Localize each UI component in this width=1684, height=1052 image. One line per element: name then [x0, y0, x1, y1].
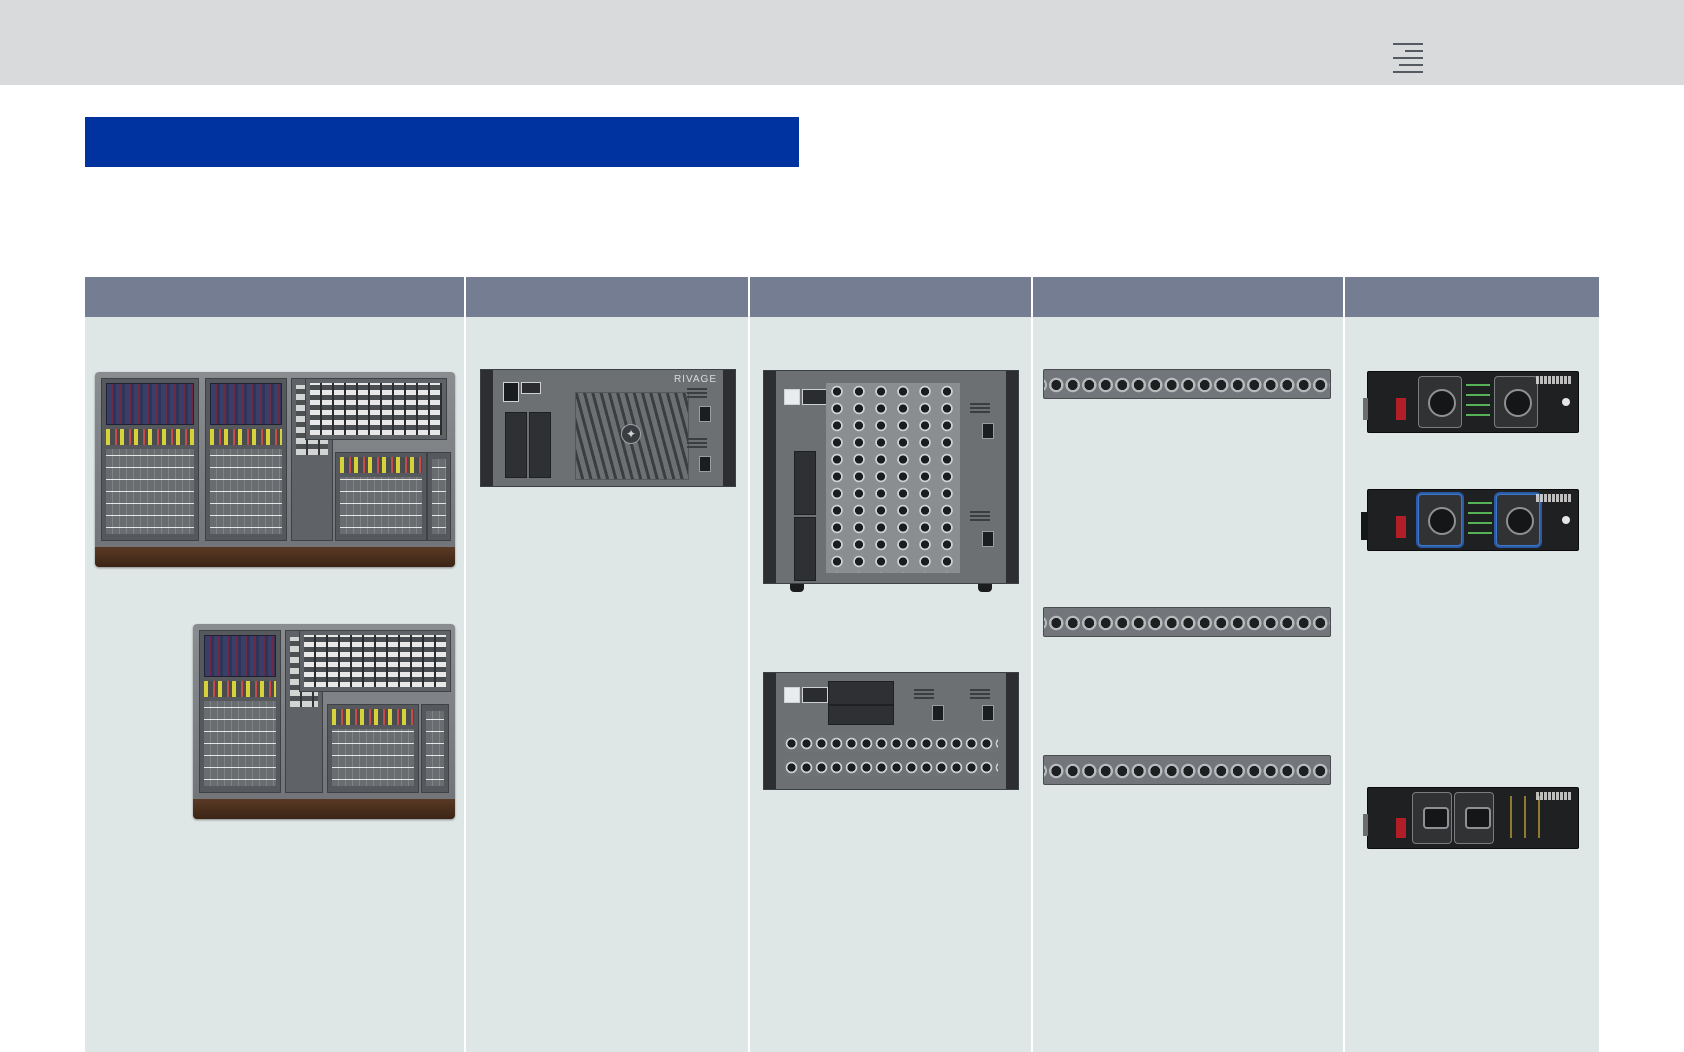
stage-box-image: [1043, 755, 1331, 785]
hamburger-menu-icon[interactable]: [1390, 43, 1426, 73]
top-bar: [0, 0, 1684, 85]
io-rack-large-image: [763, 370, 1019, 592]
column-engines: ✦ RIVAGE: [466, 277, 748, 1052]
column-consoles: [85, 277, 464, 1052]
power-switch[interactable]: [699, 406, 711, 422]
io-rack-small-image: [763, 672, 1019, 790]
console-large-image: [95, 372, 455, 567]
column-header: [750, 277, 1031, 317]
product-table: ✦ RIVAGE: [85, 277, 1599, 1052]
section-banner: [85, 117, 799, 167]
stage-box-image: [1043, 607, 1331, 637]
power-switch[interactable]: [982, 423, 994, 439]
network-card-image: [1363, 787, 1579, 849]
column-body: ✦ RIVAGE: [466, 317, 748, 1052]
column-body: [1033, 317, 1343, 1052]
power-switch[interactable]: [982, 531, 994, 547]
column-body: [1345, 317, 1599, 1052]
column-body: [750, 317, 1031, 1052]
column-network-cards: [1345, 277, 1599, 1052]
column-header: [1345, 277, 1599, 317]
yamaha-logo-icon: ✦: [621, 424, 641, 444]
network-card-image: [1363, 371, 1579, 433]
column-io-racks: [750, 277, 1031, 1052]
column-header: [466, 277, 748, 317]
power-switch[interactable]: [982, 705, 994, 721]
power-switch[interactable]: [932, 705, 944, 721]
dsp-engine-image: ✦ RIVAGE: [480, 369, 736, 487]
console-compact-image: [193, 624, 455, 819]
column-header: [85, 277, 464, 317]
network-card-image: [1361, 489, 1579, 551]
column-stage-boxes: [1033, 277, 1343, 1052]
stage-box-image: [1043, 369, 1331, 399]
column-header: [1033, 277, 1343, 317]
column-body: [85, 317, 464, 1052]
power-switch[interactable]: [699, 456, 711, 472]
engine-brand-label: RIVAGE: [673, 374, 717, 385]
